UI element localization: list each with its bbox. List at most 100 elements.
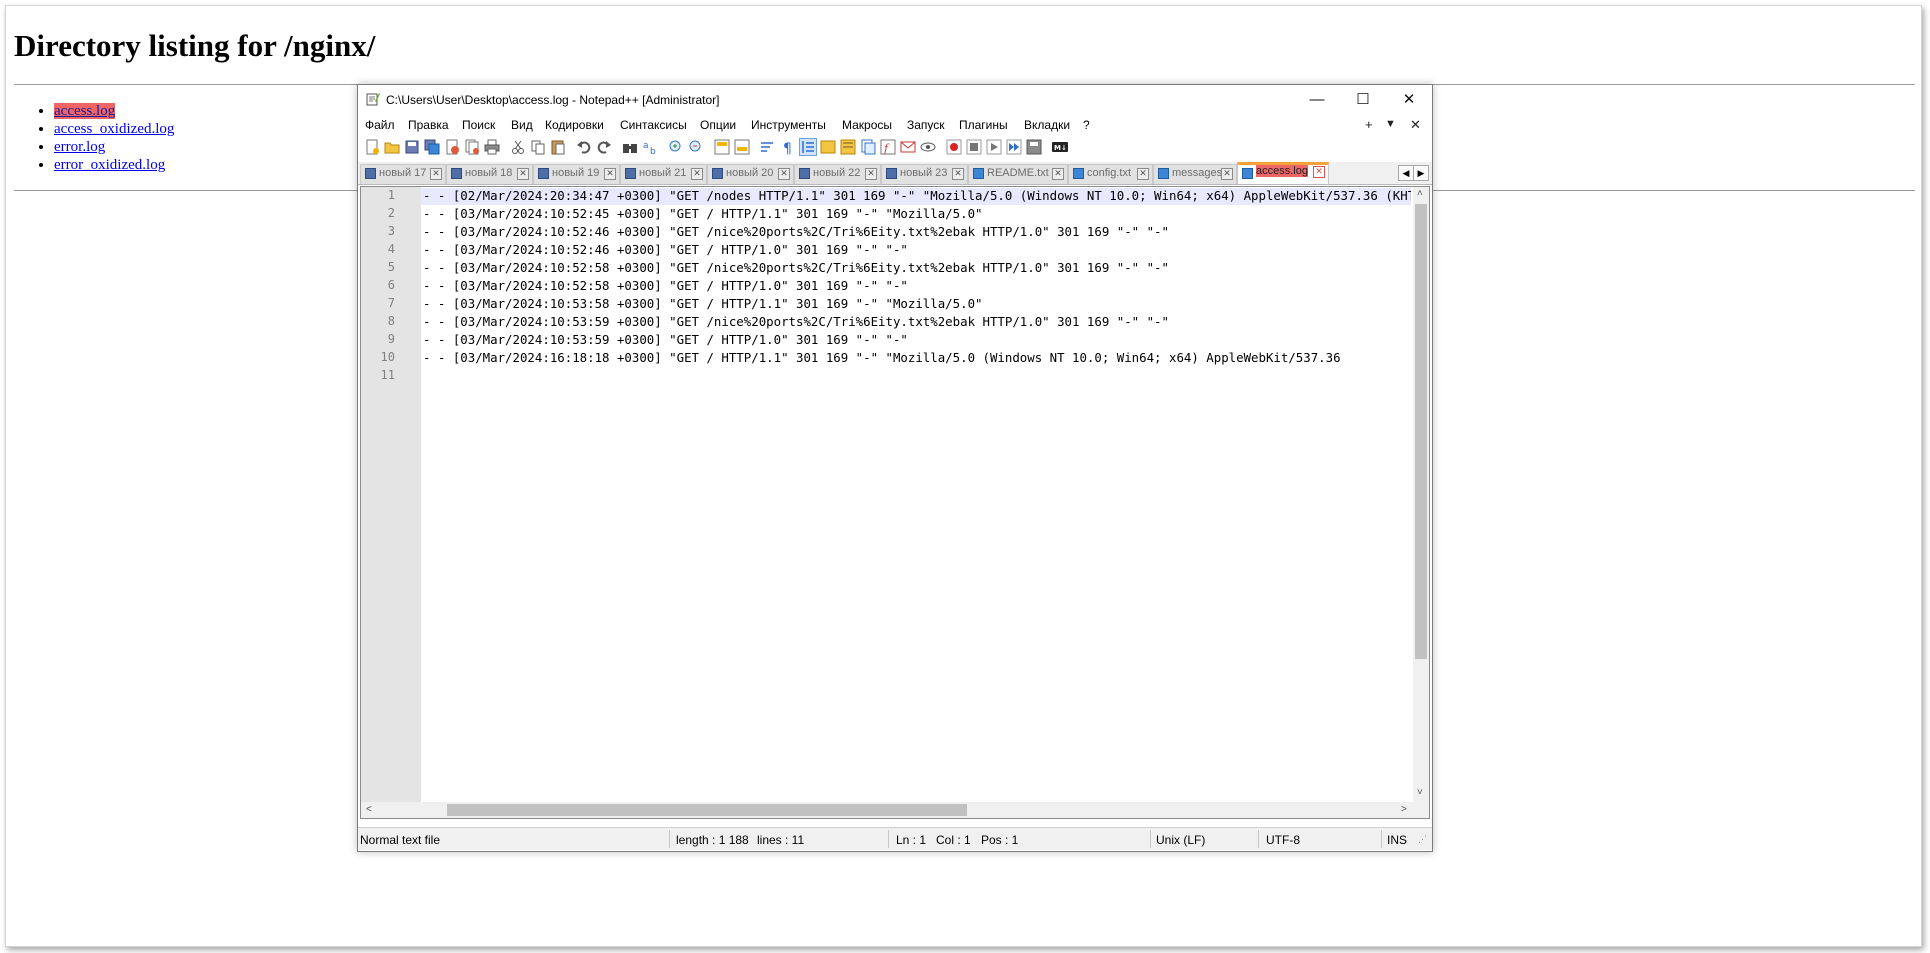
markdown-icon[interactable]: M↓ — [1052, 139, 1068, 155]
menu-plugins[interactable]: Плагины — [959, 118, 1008, 132]
menu-tools[interactable]: Инструменты — [751, 118, 826, 132]
tab-close-icon[interactable]: ✕ — [517, 168, 529, 180]
cut-icon[interactable] — [510, 139, 526, 155]
code-line[interactable]: - - [03/Mar/2024:10:53:59 +0300] "GET / … — [423, 332, 908, 347]
vertical-scroll-thumb[interactable] — [1415, 204, 1427, 659]
record-macro-icon[interactable] — [946, 139, 962, 155]
monitoring-icon[interactable] — [920, 139, 936, 155]
tab-novyi-21[interactable]: новый 21 ✕ — [620, 164, 707, 184]
menu-edit[interactable]: Правка — [408, 118, 449, 132]
menu-macro[interactable]: Макросы — [842, 118, 892, 132]
stop-macro-icon[interactable] — [966, 139, 982, 155]
menu-window[interactable]: Вкладки — [1024, 118, 1070, 132]
menu-settings[interactable]: Опции — [700, 118, 736, 132]
tab-novyi-23[interactable]: новый 23 ✕ — [881, 164, 968, 184]
find-icon[interactable] — [622, 139, 638, 155]
tab-messages[interactable]: messages ✕ — [1153, 164, 1237, 184]
code-line[interactable]: - - [03/Mar/2024:10:52:45 +0300] "GET / … — [423, 206, 983, 221]
menu-language[interactable]: Синтаксисы — [620, 118, 687, 132]
close-button[interactable]: ✕ — [1386, 85, 1432, 115]
tab-novyi-20[interactable]: новый 20 ✕ — [707, 164, 794, 184]
title-bar[interactable]: C:\Users\User\Desktop\access.log - Notep… — [358, 85, 1432, 115]
code-line[interactable]: - - [03/Mar/2024:10:52:46 +0300] "GET /n… — [423, 224, 1169, 239]
copy-icon[interactable] — [530, 139, 546, 155]
tab-novyi-17[interactable]: новый 17 ✕ — [360, 164, 446, 184]
file-link-access-log[interactable]: access.log — [54, 103, 116, 119]
save-icon[interactable] — [404, 139, 420, 155]
new-tab-button[interactable]: + — [1365, 117, 1373, 132]
tab-close-icon[interactable]: ✕ — [1313, 166, 1325, 178]
tab-novyi-22[interactable]: новый 22 ✕ — [794, 164, 881, 184]
menu-search[interactable]: Поиск — [462, 118, 495, 132]
tab-readme[interactable]: README.txt ✕ — [968, 164, 1068, 184]
tab-list-dropdown-icon[interactable]: ▼ — [1385, 118, 1396, 130]
run-macro-multiple-icon[interactable] — [1006, 139, 1022, 155]
menu-run[interactable]: Запуск — [907, 118, 945, 132]
file-link-error-oxidized-log[interactable]: error_oxidized.log — [54, 157, 165, 173]
folder-workspace-icon[interactable] — [900, 139, 916, 155]
scroll-down-icon[interactable]: ˅ — [1417, 787, 1423, 798]
tab-close-icon[interactable]: ✕ — [865, 168, 877, 180]
tab-scroll-right-icon[interactable]: ▶ — [1413, 165, 1429, 181]
close-document-button[interactable]: ✕ — [1410, 117, 1421, 133]
tab-close-icon[interactable]: ✕ — [952, 168, 964, 180]
show-all-chars-icon[interactable]: ¶ — [780, 139, 796, 155]
play-macro-icon[interactable] — [986, 139, 1002, 155]
scroll-up-icon[interactable]: ˄ — [1417, 188, 1423, 199]
paste-icon[interactable] — [550, 139, 566, 155]
code-lines[interactable]: - - [02/Mar/2024:20:34:47 +0300] "GET /n… — [421, 187, 1411, 803]
open-file-icon[interactable] — [384, 139, 400, 155]
define-language-icon[interactable] — [820, 139, 836, 155]
indent-guide-icon[interactable] — [799, 138, 817, 156]
menu-encoding[interactable]: Кодировки — [545, 118, 604, 132]
close-all-icon[interactable] — [464, 139, 480, 155]
replace-icon[interactable]: ab — [642, 139, 658, 155]
tab-close-icon[interactable]: ✕ — [691, 168, 703, 180]
sync-vertical-icon[interactable] — [714, 139, 730, 155]
zoom-out-icon[interactable] — [688, 139, 704, 155]
tab-scroll-left-icon[interactable]: ◀ — [1398, 165, 1414, 181]
code-line[interactable]: - - [03/Mar/2024:16:18:18 +0300] "GET / … — [423, 350, 1341, 365]
close-file-icon[interactable] — [444, 139, 460, 155]
file-link-access-oxidized-log[interactable]: access_oxidized.log — [54, 121, 174, 137]
zoom-in-icon[interactable] — [668, 139, 684, 155]
code-line[interactable]: - - [03/Mar/2024:10:52:58 +0300] "GET / … — [423, 278, 908, 293]
tab-config[interactable]: config.txt ✕ — [1068, 164, 1153, 184]
tab-novyi-18[interactable]: новый 18 ✕ — [446, 164, 533, 184]
vertical-scrollbar[interactable]: ˄ ˅ — [1413, 187, 1429, 803]
save-macro-icon[interactable] — [1026, 139, 1042, 155]
sync-horizontal-icon[interactable] — [734, 139, 750, 155]
tab-close-icon[interactable]: ✕ — [604, 168, 616, 180]
tab-close-icon[interactable]: ✕ — [1221, 168, 1233, 180]
menu-file[interactable]: Файл — [365, 118, 395, 132]
tab-close-icon[interactable]: ✕ — [1052, 168, 1064, 180]
tab-close-icon[interactable]: ✕ — [430, 168, 442, 180]
new-file-icon[interactable] — [364, 139, 380, 155]
code-line[interactable]: - - [03/Mar/2024:10:53:58 +0300] "GET / … — [423, 296, 983, 311]
editor-area[interactable]: 1 2 3 4 5 6 7 8 9 10 11 - - [02/Mar/2024… — [360, 186, 1430, 819]
undo-icon[interactable] — [576, 139, 592, 155]
function-list-icon[interactable]: f — [880, 139, 896, 155]
word-wrap-icon[interactable] — [760, 139, 776, 155]
file-link-error-log[interactable]: error.log — [54, 139, 105, 155]
resize-grip-icon[interactable]: ⋰ — [1418, 834, 1427, 845]
scroll-right-icon[interactable]: > — [1401, 804, 1407, 815]
scroll-left-icon[interactable]: < — [366, 804, 372, 815]
code-line[interactable]: - - [02/Mar/2024:20:34:47 +0300] "GET /n… — [423, 188, 1411, 203]
menu-view[interactable]: Вид — [511, 118, 533, 132]
code-line[interactable]: - - [03/Mar/2024:10:53:59 +0300] "GET /n… — [423, 314, 1169, 329]
menu-help[interactable]: ? — [1083, 118, 1090, 132]
horizontal-scroll-thumb[interactable] — [447, 804, 967, 816]
save-all-icon[interactable] — [424, 139, 440, 155]
doc-list-icon[interactable] — [860, 139, 876, 155]
redo-icon[interactable] — [596, 139, 612, 155]
maximize-button[interactable]: ☐ — [1340, 85, 1386, 115]
doc-map-icon[interactable] — [840, 139, 856, 155]
tab-close-icon[interactable]: ✕ — [1137, 168, 1149, 180]
code-line[interactable]: - - [03/Mar/2024:10:52:46 +0300] "GET / … — [423, 242, 908, 257]
code-line[interactable]: - - [03/Mar/2024:10:52:58 +0300] "GET /n… — [423, 260, 1169, 275]
minimize-button[interactable]: — — [1294, 85, 1340, 115]
tab-novyi-19[interactable]: новый 19 ✕ — [533, 164, 620, 184]
tab-close-icon[interactable]: ✕ — [778, 168, 790, 180]
print-icon[interactable] — [484, 139, 500, 155]
